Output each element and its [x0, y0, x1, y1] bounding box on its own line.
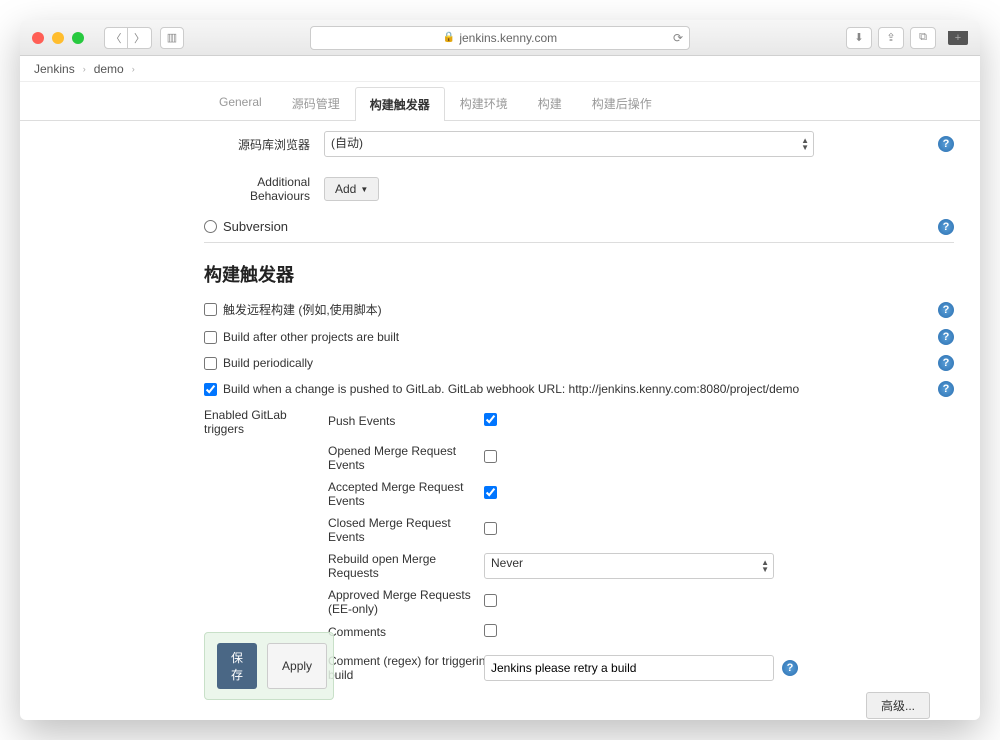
repo-browser-select[interactable]: (自动) ▲▼ [324, 131, 814, 157]
trigger-after-projects-checkbox[interactable] [204, 331, 217, 344]
trigger-remote-label: 触发远程构建 (例如,使用脚本) [223, 301, 382, 318]
help-icon[interactable]: ? [938, 381, 954, 397]
repo-browser-label: 源码库浏览器 [204, 136, 324, 153]
tab-build-triggers[interactable]: 构建触发器 [355, 87, 445, 121]
tabs-icon[interactable]: ⧉ [910, 27, 936, 49]
trigger-gitlab-label: Build when a change is pushed to GitLab.… [223, 382, 799, 396]
accepted-mr-label: Accepted Merge Request Events [324, 480, 484, 508]
comment-regex-input[interactable] [484, 655, 774, 681]
approved-mr-checkbox[interactable] [484, 594, 497, 607]
download-icon[interactable]: ⬇ [846, 27, 872, 49]
opened-mr-label: Opened Merge Request Events [324, 444, 484, 472]
tab-general[interactable]: General [204, 86, 277, 120]
add-button[interactable]: Add ▼ [324, 177, 379, 201]
additional-behaviours-label: Additional Behaviours [204, 175, 324, 203]
breadcrumb: Jenkins › demo › [20, 56, 980, 82]
traffic-lights [32, 32, 84, 44]
help-icon[interactable]: ? [938, 355, 954, 371]
tab-post-build[interactable]: 构建后操作 [577, 86, 667, 120]
breadcrumb-demo[interactable]: demo [94, 62, 124, 76]
chevron-right-icon: › [132, 64, 135, 74]
opened-mr-checkbox[interactable] [484, 450, 497, 463]
save-button[interactable]: 保存 [217, 643, 257, 689]
subversion-label: Subversion [223, 219, 288, 234]
approved-mr-label: Approved Merge Requests (EE-only) [324, 588, 484, 616]
comment-regex-label: Comment (regex) for triggering a build [324, 654, 504, 682]
apply-button[interactable]: Apply [267, 643, 327, 689]
reload-icon[interactable]: ⟳ [673, 31, 683, 45]
close-window-icon[interactable] [32, 32, 44, 44]
breadcrumb-jenkins[interactable]: Jenkins [34, 62, 75, 76]
url-text: jenkins.kenny.com [459, 31, 557, 45]
tab-build[interactable]: 构建 [523, 86, 577, 120]
comments-checkbox[interactable] [484, 624, 497, 637]
build-triggers-title: 构建触发器 [20, 247, 980, 295]
accepted-mr-checkbox[interactable] [484, 486, 497, 499]
share-icon[interactable]: ⇪ [878, 27, 904, 49]
forward-button[interactable]: 〉 [128, 27, 152, 49]
help-icon[interactable]: ? [782, 660, 798, 676]
trigger-periodically-checkbox[interactable] [204, 357, 217, 370]
push-events-label: Push Events [324, 414, 484, 428]
maximize-window-icon[interactable] [72, 32, 84, 44]
help-icon[interactable]: ? [938, 136, 954, 152]
lock-icon: 🔒 [443, 32, 455, 43]
help-icon[interactable]: ? [938, 329, 954, 345]
push-events-checkbox[interactable] [484, 413, 497, 426]
closed-mr-checkbox[interactable] [484, 522, 497, 535]
tab-build-env[interactable]: 构建环境 [445, 86, 523, 120]
sidebar-toggle-icon[interactable]: ▥ [160, 27, 184, 49]
trigger-remote-checkbox[interactable] [204, 303, 217, 316]
floating-action-bar: 保存 Apply [204, 632, 334, 700]
help-icon[interactable]: ? [938, 302, 954, 318]
tab-scm[interactable]: 源码管理 [277, 86, 355, 120]
minimize-window-icon[interactable] [52, 32, 64, 44]
divider [204, 242, 954, 243]
config-tabs: General 源码管理 构建触发器 构建环境 构建 构建后操作 [20, 86, 980, 121]
trigger-after-projects-label: Build after other projects are built [223, 330, 399, 344]
advanced-button[interactable]: 高级... [866, 692, 930, 719]
caret-down-icon: ▼ [360, 185, 368, 194]
help-icon[interactable]: ? [938, 219, 954, 235]
gitlab-triggers-label: Enabled GitLab triggers [204, 406, 324, 436]
comments-label: Comments [324, 625, 484, 639]
rebuild-open-mr-select[interactable]: Never ▲▼ [484, 553, 774, 579]
subversion-radio[interactable] [204, 220, 217, 233]
browser-titlebar: 〈 〉 ▥ 🔒 jenkins.kenny.com ⟳ ⬇ ⇪ ⧉ + [20, 20, 980, 56]
new-tab-icon[interactable]: + [948, 31, 968, 45]
back-button[interactable]: 〈 [104, 27, 128, 49]
select-arrows-icon: ▲▼ [801, 137, 809, 151]
trigger-periodically-label: Build periodically [223, 356, 313, 370]
closed-mr-label: Closed Merge Request Events [324, 516, 484, 544]
trigger-gitlab-checkbox[interactable] [204, 383, 217, 396]
url-bar[interactable]: 🔒 jenkins.kenny.com ⟳ [310, 26, 690, 50]
rebuild-open-mr-label: Rebuild open Merge Requests [324, 552, 484, 580]
chevron-right-icon: › [83, 64, 86, 74]
select-arrows-icon: ▲▼ [761, 559, 769, 573]
